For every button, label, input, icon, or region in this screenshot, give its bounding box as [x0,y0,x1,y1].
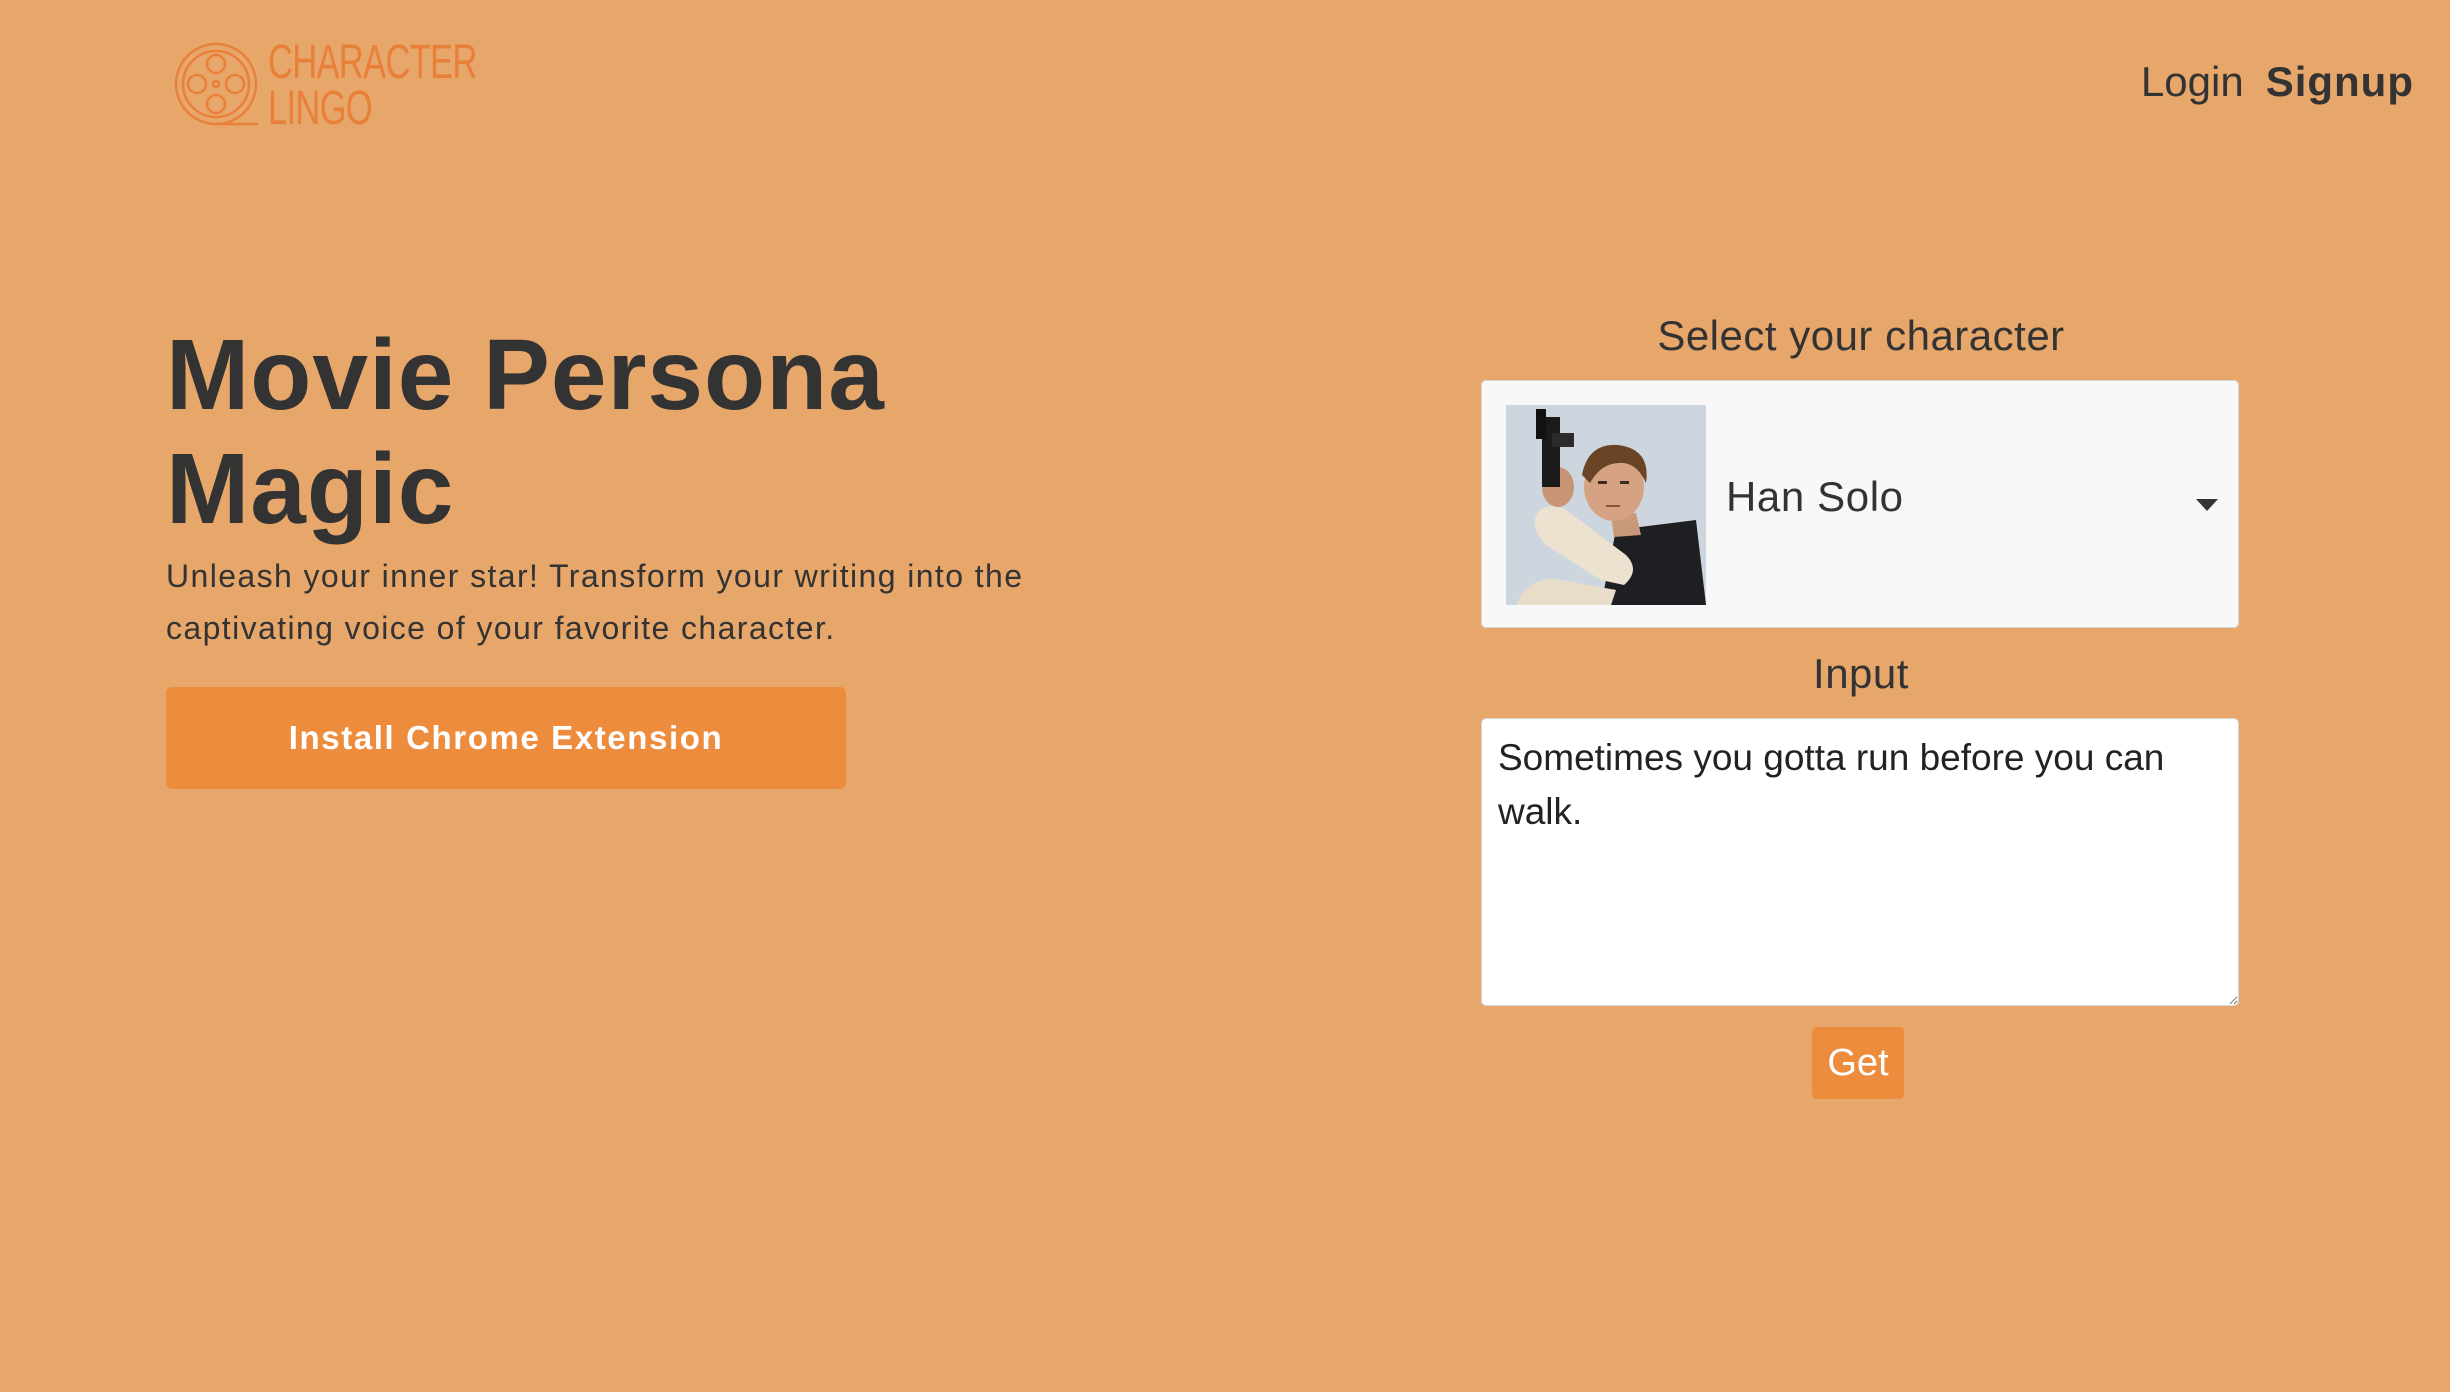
caret-down-icon [2196,499,2218,511]
top-nav: Login Signup [2141,58,2414,106]
get-button[interactable]: Get [1812,1027,1904,1099]
logo-line-1: CHARACTER [268,36,477,89]
login-link[interactable]: Login [2141,58,2244,106]
selected-character-name: Han Solo [1726,473,1904,520]
hero-title: Movie Persona Magic [166,319,885,545]
select-character-label: Select your character [1657,312,2065,359]
character-portrait-image [1506,405,1706,605]
hero-subtitle: Unleash your inner star! Transform your … [166,558,1024,646]
input-label: Input [1813,650,1909,697]
character-select[interactable]: Han Solo [1481,380,2239,628]
logo[interactable]: CHARACTER LINGO [172,38,558,134]
input-textarea[interactable]: Sometimes you gotta run before you can w… [1481,718,2239,1006]
character-avatar [1506,405,1706,605]
signup-link[interactable]: Signup [2266,58,2414,106]
film-reel-icon [174,42,258,126]
logo-wordmark: CHARACTER LINGO [268,36,477,135]
install-extension-button[interactable]: Install Chrome Extension [166,687,846,789]
logo-line-2: LINGO [268,82,373,135]
